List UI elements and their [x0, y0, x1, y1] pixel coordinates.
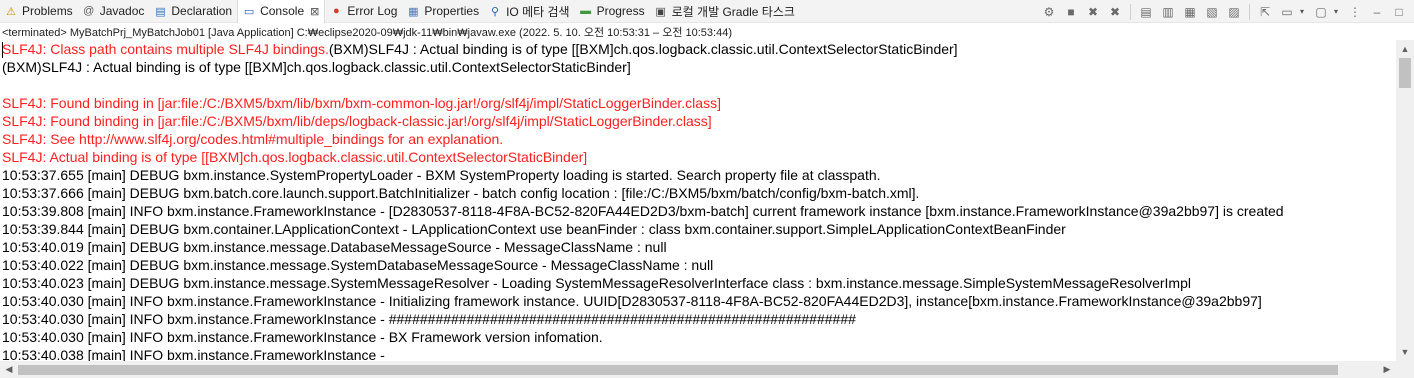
scroll-up-arrow-icon[interactable]: ▲ — [1396, 40, 1414, 58]
console-line: 10:53:40.019 [main] DEBUG bxm.instance.m… — [2, 239, 667, 255]
console-line: 10:53:39.808 [main] INFO bxm.instance.Fr… — [2, 203, 1284, 219]
remove-all-terminated-icon[interactable]: ✖ — [1106, 3, 1124, 21]
terminate-icon[interactable]: ■ — [1062, 3, 1080, 21]
pin-icon[interactable]: ⇱ — [1256, 3, 1274, 21]
display-console-icon[interactable]: ▭ — [1278, 3, 1296, 21]
problems-icon: ⚠ — [6, 5, 16, 18]
console-line: SLF4J: See http://www.slf4j.org/codes.ht… — [2, 131, 504, 147]
tab-console[interactable]: ▭ Console ⊠ — [237, 0, 326, 23]
launch-status-line: <terminated> MyBatchPrj_MyBatchJob01 [Ja… — [2, 27, 732, 39]
dropdown-arrow-icon[interactable]: ▾ — [1334, 7, 1342, 16]
clear-console-icon[interactable]: ▤ — [1137, 3, 1155, 21]
console-line: 10:53:40.030 [main] INFO bxm.instance.Fr… — [2, 293, 1262, 309]
tab-label: Problems — [22, 4, 73, 18]
console-line: 10:53:37.666 [main] DEBUG bxm.batch.core… — [2, 185, 920, 201]
console-line: 10:53:37.655 [main] DEBUG bxm.instance.S… — [2, 167, 881, 183]
console-line: (BXM)SLF4J : Actual binding is of type [… — [2, 59, 631, 75]
open-console-icon[interactable]: ▢ — [1312, 3, 1330, 21]
declaration-icon: ▤ — [155, 5, 166, 18]
tab-label: Error Log — [347, 4, 398, 18]
horizontal-scrollbar[interactable]: ◀ ▶ — [0, 361, 1396, 378]
properties-icon: ▦ — [408, 5, 419, 18]
console-line: 10:53:40.022 [main] DEBUG bxm.instance.m… — [2, 257, 714, 273]
gradle-task-icon: ▣ — [655, 5, 666, 18]
remove-launch-icon[interactable]: ✖ — [1084, 3, 1102, 21]
dropdown-arrow-icon[interactable]: ▾ — [1300, 7, 1308, 16]
close-tab-icon[interactable]: ⊠ — [310, 5, 319, 18]
tab-error-log[interactable]: ● Error Log — [325, 0, 402, 22]
console-line: 10:53:40.023 [main] DEBUG bxm.instance.m… — [2, 275, 1191, 291]
tab-declaration[interactable]: ▤ Declaration — [149, 0, 237, 22]
tab-label: Javadoc — [99, 4, 145, 18]
tab-label: Properties — [424, 4, 480, 18]
error-log-icon: ● — [333, 5, 340, 17]
stdout-text: (BXM)SLF4J : Actual binding is of type [… — [328, 41, 958, 57]
word-wrap-icon[interactable]: ▦ — [1181, 3, 1199, 21]
javadoc-icon: @ — [83, 5, 95, 17]
console-line: SLF4J: Actual binding is of type [[BXM]c… — [2, 149, 588, 165]
progress-icon: ▬ — [580, 5, 592, 17]
console-line: 10:53:40.038 [main] INFO bxm.instance.Fr… — [2, 347, 385, 361]
console-output[interactable]: SLF4J: Class path contains multiple SLF4… — [0, 40, 1396, 361]
maximize-icon[interactable]: □ — [1390, 3, 1408, 21]
tab-label: IO 메타 검색 — [506, 4, 570, 19]
console-toolbar: ⚙ ■ ✖ ✖ ▤ ▥ ▦ ▧ ▨ ⇱ ▭ ▾ ▢ ▾ ⋮ – □ — [1040, 2, 1408, 21]
vertical-scroll-thumb[interactable] — [1399, 58, 1411, 88]
scroll-lock-icon[interactable]: ▥ — [1159, 3, 1177, 21]
tab-properties[interactable]: ▦ Properties — [402, 0, 484, 22]
minimize-icon[interactable]: – — [1368, 3, 1386, 21]
console-line: SLF4J: Found binding in [jar:file:/C:/BX… — [2, 113, 712, 129]
stderr-text: SLF4J: Class path contains multiple SLF4… — [2, 41, 329, 57]
scroll-down-arrow-icon[interactable]: ▼ — [1396, 343, 1414, 361]
tab-io-meta-search[interactable]: ⚲ IO 메타 검색 — [484, 0, 575, 22]
vertical-scrollbar[interactable]: ▲ ▼ — [1396, 40, 1414, 361]
tab-label: Declaration — [171, 4, 233, 18]
console-icon: ▭ — [243, 5, 255, 18]
console-line: 10:53:40.030 [main] INFO bxm.instance.Fr… — [2, 311, 856, 327]
show-on-stdout-icon[interactable]: ▧ — [1203, 3, 1221, 21]
scrollbar-corner — [1396, 361, 1414, 378]
tab-progress[interactable]: ▬ Progress — [575, 0, 650, 22]
view-menu-icon[interactable]: ⋮ — [1346, 3, 1364, 21]
pin-console-icon[interactable]: ⚙ — [1040, 3, 1058, 21]
toolbar-separator — [1249, 3, 1250, 20]
console-line: 10:53:39.844 [main] DEBUG bxm.container.… — [2, 221, 1066, 237]
tab-label: Console — [260, 4, 305, 18]
show-on-stderr-icon[interactable]: ▨ — [1225, 3, 1243, 21]
text-cursor — [2, 42, 3, 58]
console-line: SLF4J: Found binding in [jar:file:/C:/BX… — [2, 95, 721, 111]
horizontal-scroll-thumb[interactable] — [18, 365, 1338, 375]
toolbar-separator — [1130, 3, 1131, 20]
tab-problems[interactable]: ⚠ Problems — [0, 0, 78, 22]
tab-label: 로컬 개발 Gradle 타스크 — [671, 4, 795, 19]
tab-gradle-task[interactable]: ▣ 로컬 개발 Gradle 타스크 — [650, 0, 800, 22]
scroll-left-arrow-icon[interactable]: ◀ — [0, 361, 18, 378]
tab-javadoc[interactable]: @ Javadoc — [78, 0, 150, 22]
io-meta-search-icon: ⚲ — [491, 5, 500, 18]
tab-label: Progress — [596, 4, 645, 18]
scroll-right-arrow-icon[interactable]: ▶ — [1378, 361, 1396, 378]
console-line: 10:53:40.030 [main] INFO bxm.instance.Fr… — [2, 329, 603, 345]
console-line: SLF4J: Class path contains multiple SLF4… — [0, 40, 1396, 58]
